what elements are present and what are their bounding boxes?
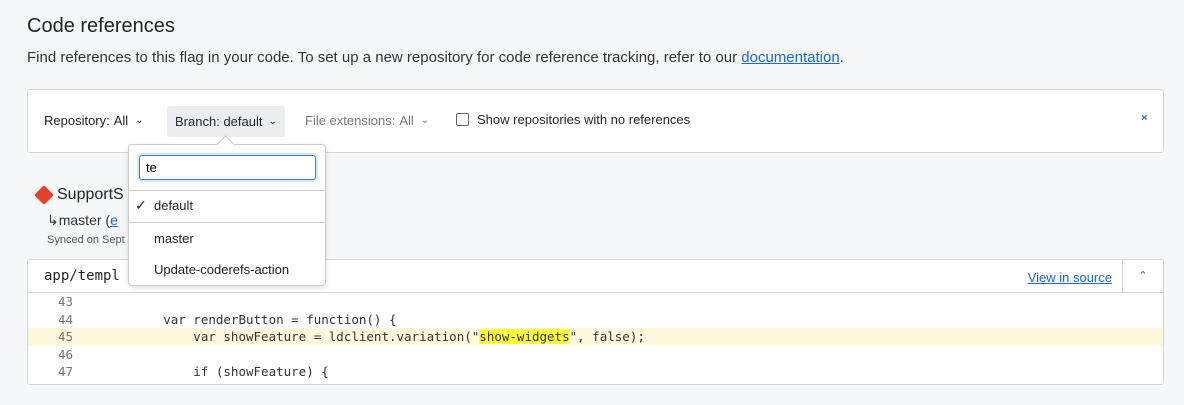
code-line: 45 var showFeature = ldclient.variation(…	[28, 328, 1163, 346]
code-line: 46	[28, 346, 1163, 364]
chevron-down-icon: ⌄	[420, 115, 430, 126]
line-number: 46	[57, 346, 73, 362]
code-line: 43	[28, 293, 1163, 311]
branch-name: ↳master (	[47, 212, 111, 228]
view-in-source-link[interactable]: View in source	[1028, 270, 1112, 285]
divider	[129, 190, 325, 191]
documentation-link[interactable]: documentation	[741, 49, 839, 66]
page-title: Code references	[27, 15, 175, 37]
checkbox-label: Show repositories with no references	[477, 112, 691, 127]
line-text: if (showFeature) {	[73, 363, 329, 381]
branch-label: Branch:	[175, 114, 220, 129]
file-extensions-filter[interactable]: File extensions: All ⌄	[305, 113, 429, 128]
description-text: Find references to this flag in your cod…	[27, 49, 742, 66]
checkbox[interactable]	[456, 113, 469, 126]
line-text: var renderButton = function() {	[73, 311, 397, 329]
git-icon	[34, 185, 54, 205]
line-text	[73, 293, 103, 311]
chevron-down-icon: ⌄	[268, 116, 277, 127]
expand-all-icon[interactable]: ⌄ ⌃	[1140, 110, 1149, 128]
branch-search-input[interactable]	[139, 155, 316, 180]
branch-option-master[interactable]: master	[154, 231, 194, 246]
branch-line: ↳master (e	[47, 212, 118, 229]
code-line: 47 if (showFeature) {	[28, 363, 1163, 381]
commit-link[interactable]: e	[110, 212, 118, 228]
repository-value: All	[113, 113, 129, 128]
code-text: ", false);	[569, 329, 645, 344]
line-number: 47	[57, 364, 73, 379]
chevron-down-icon: ⌄	[135, 115, 144, 126]
show-empty-repos-checkbox[interactable]: Show repositories with no references	[456, 112, 690, 127]
file-path: app/templ	[44, 268, 120, 284]
flag-key-highlight: show-widgets	[479, 329, 570, 344]
line-text	[73, 346, 103, 364]
checkmark-icon: ✓	[135, 197, 147, 213]
code-text: if (showFeature) {	[103, 364, 329, 379]
line-number: 45	[57, 329, 73, 344]
branch-dropdown: ✓ default master Update-coderefs-action	[128, 144, 326, 286]
branch-value: default	[223, 114, 263, 129]
line-text: var showFeature = ldclient.variation("sh…	[73, 328, 645, 346]
branch-option-update-coderefs-action[interactable]: Update-coderefs-action	[154, 262, 289, 277]
code-text: var showFeature = ldclient.variation("	[103, 329, 480, 344]
line-number: 44	[57, 311, 73, 327]
divider	[129, 222, 325, 223]
code-lines: 43 44 var renderButton = function() {45 v…	[28, 293, 1163, 381]
code-text: var renderButton = function() {	[103, 311, 397, 327]
collapse-button[interactable]: ⌃	[1122, 260, 1163, 292]
branch-filter[interactable]: Branch: default ⌄	[167, 106, 285, 137]
synced-timestamp: Synced on Sept	[47, 234, 125, 246]
code-line: 44 var renderButton = function() {	[28, 311, 1163, 329]
page-description: Find references to this flag in your cod…	[27, 49, 844, 66]
period: .	[839, 49, 844, 66]
repository-filter[interactable]: Repository: All ⌄	[44, 113, 144, 128]
line-number: 43	[57, 294, 73, 309]
repository-name: SupportS	[57, 186, 124, 203]
ext-value: All	[399, 113, 414, 128]
repository-label: Repository:	[44, 113, 110, 128]
chevron-up-icon: ⌃	[1138, 270, 1148, 282]
repository-header: SupportS	[34, 185, 124, 205]
ext-label: File extensions:	[305, 113, 396, 128]
branch-option-default[interactable]: default	[154, 198, 193, 213]
